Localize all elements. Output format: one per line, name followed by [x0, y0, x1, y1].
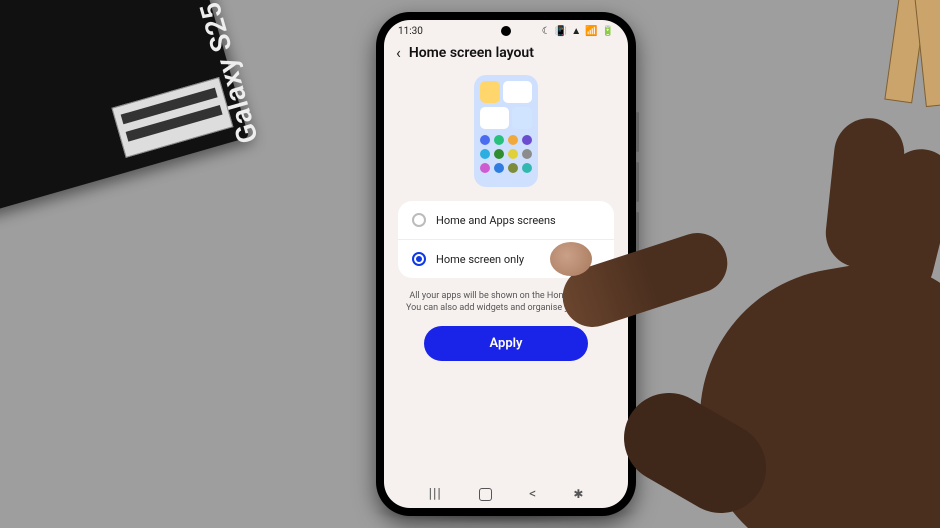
illus-app-icon: [508, 135, 518, 145]
illus-widget-small: [480, 81, 500, 103]
nav-accessibility-button[interactable]: ✱: [573, 487, 583, 501]
scene-root: Galaxy S25 Ultra 11:30 ☾ 📳 ▲ 📶 🔋: [0, 0, 940, 528]
radio-icon: [412, 252, 426, 266]
option-home-and-apps[interactable]: Home and Apps screens: [398, 201, 614, 239]
apply-button[interactable]: Apply: [424, 326, 588, 361]
option-label: Home and Apps screens: [436, 214, 556, 227]
illus-widget-large: [503, 81, 532, 103]
wooden-clamp: [834, 0, 940, 110]
vibrate-icon: 📳: [555, 26, 567, 37]
illus-app-icon: [494, 135, 504, 145]
phone-screen: 11:30 ☾ 📳 ▲ 📶 🔋 ‹ Home screen layout: [384, 20, 628, 508]
front-camera: [501, 26, 511, 36]
phone-device: 11:30 ☾ 📳 ▲ 📶 🔋 ‹ Home screen layout: [376, 12, 636, 516]
illus-app-icon: [494, 149, 504, 159]
illus-app-icon: [494, 163, 504, 173]
product-box: Galaxy S25 Ultra: [0, 0, 249, 217]
illus-app-icon: [480, 149, 490, 159]
wifi-icon: ▲: [571, 26, 581, 37]
battery-icon: 🔋: [602, 26, 614, 37]
illus-app-icon: [522, 163, 532, 173]
status-time: 11:30: [398, 26, 423, 37]
human-hand: [600, 148, 940, 528]
page-header: ‹ Home screen layout: [384, 39, 628, 71]
illus-app-icon: [508, 163, 518, 173]
product-box-barcode: [111, 77, 233, 158]
option-description: All your apps will be shown on the Home …: [384, 278, 628, 324]
layout-options-panel: Home and Apps screens Home screen only: [398, 201, 614, 278]
phone-power-button[interactable]: [636, 212, 639, 272]
back-button[interactable]: ‹: [396, 45, 401, 61]
option-home-only[interactable]: Home screen only: [398, 239, 614, 278]
phone-volume-down[interactable]: [636, 162, 639, 202]
nav-recents-button[interactable]: |||: [429, 486, 442, 502]
signal-icon: 📶: [585, 26, 597, 37]
dnd-icon: ☾: [542, 26, 551, 37]
nav-home-button[interactable]: [479, 488, 492, 501]
illus-widget-large: [480, 107, 509, 129]
illus-app-icon: [480, 163, 490, 173]
phone-volume-up[interactable]: [636, 112, 639, 152]
illus-app-icon: [480, 135, 490, 145]
page-title: Home screen layout: [409, 45, 534, 61]
layout-illustration: [384, 71, 628, 201]
option-label: Home screen only: [436, 253, 524, 266]
illus-app-icon: [522, 149, 532, 159]
nav-back-button[interactable]: <: [529, 486, 536, 502]
system-nav-bar: ||| < ✱: [384, 486, 628, 502]
illus-widget-small: [512, 107, 532, 129]
radio-icon: [412, 213, 426, 227]
illus-app-icon: [508, 149, 518, 159]
illus-app-icon: [522, 135, 532, 145]
